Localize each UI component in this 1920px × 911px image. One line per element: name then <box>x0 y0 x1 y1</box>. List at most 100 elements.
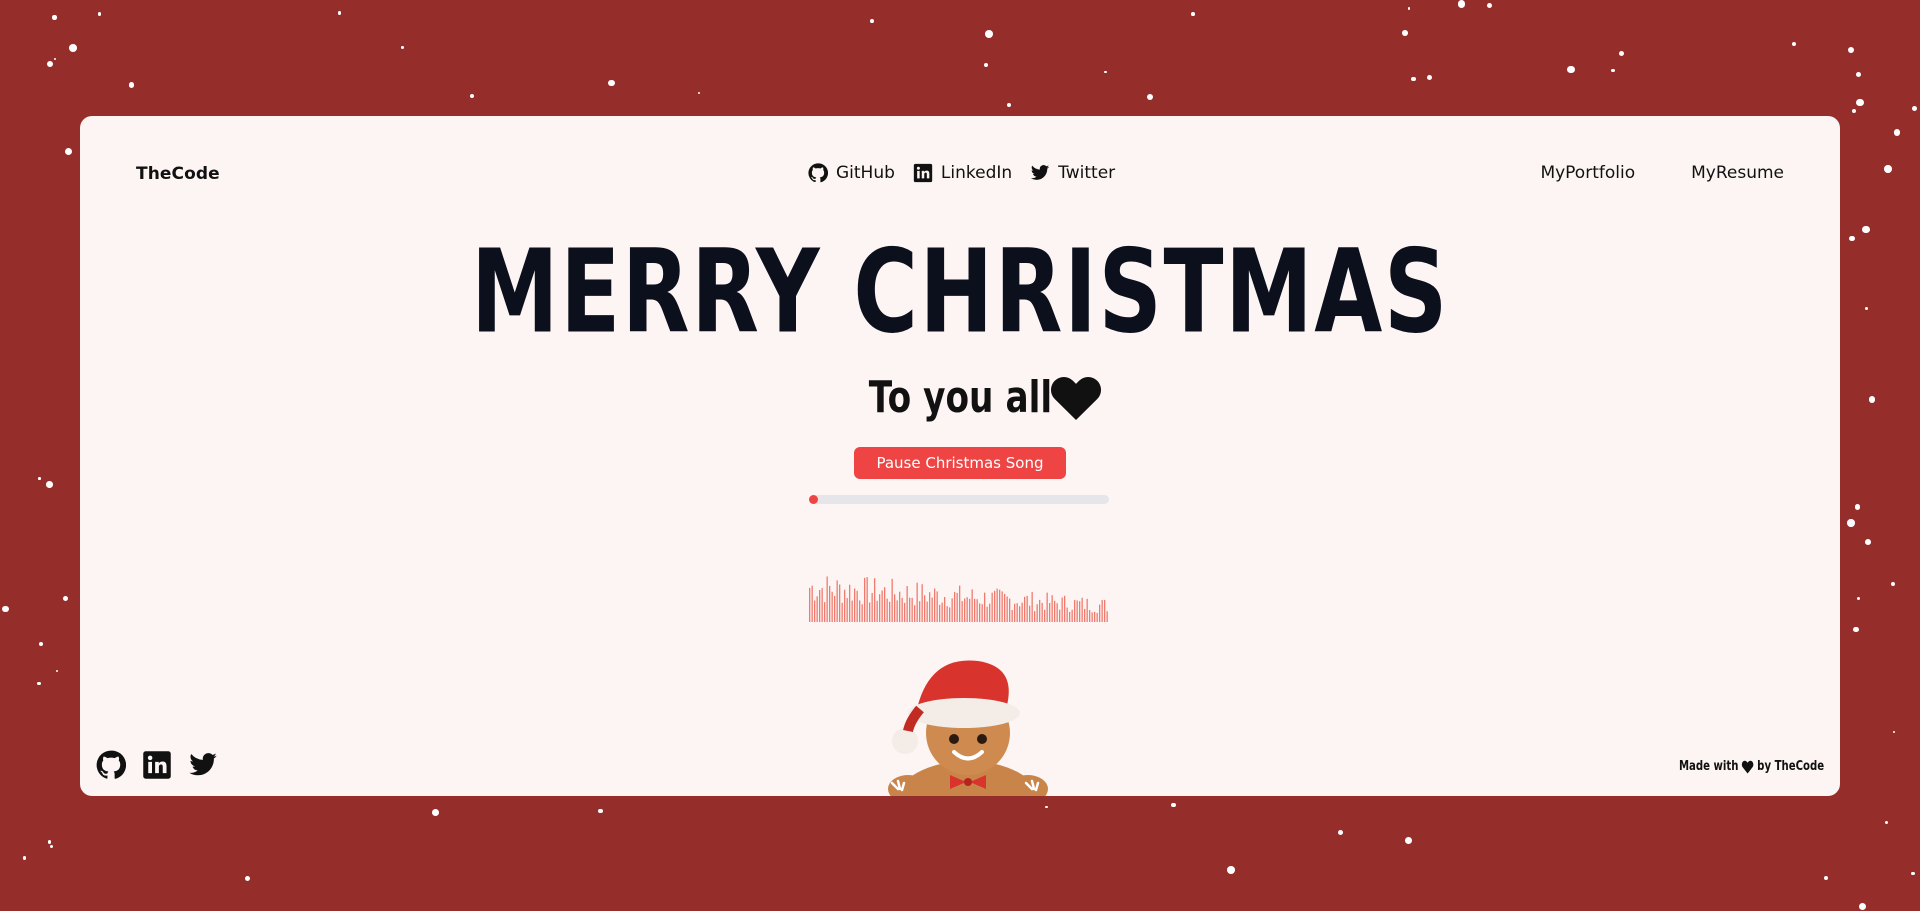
snowflake <box>983 63 989 68</box>
snowflake <box>1611 68 1615 73</box>
snowflake <box>470 94 475 99</box>
snowflake <box>1911 871 1915 875</box>
waveform-bar <box>874 578 876 622</box>
nav-github-label: GitHub <box>836 163 895 183</box>
waveform-bar <box>904 602 906 622</box>
waveform-bar <box>1034 611 1036 622</box>
snowflake <box>1847 519 1855 527</box>
github-icon <box>808 163 828 183</box>
snowflake <box>869 18 874 23</box>
waveform-bar <box>956 592 958 622</box>
waveform-bar <box>994 590 996 622</box>
brand-logo[interactable]: TheCode <box>136 164 220 184</box>
snowflake <box>38 641 44 647</box>
twitter-icon[interactable] <box>188 750 218 780</box>
snowflake <box>49 844 53 849</box>
snowflake <box>1911 105 1918 112</box>
snowflake <box>697 91 701 95</box>
snowflake <box>1891 582 1896 587</box>
snowflake <box>1854 504 1861 510</box>
waveform-bar <box>1029 605 1031 622</box>
waveform-bar <box>989 603 991 622</box>
snowflake <box>2 605 9 613</box>
pause-song-button[interactable]: Pause Christmas Song <box>854 447 1066 479</box>
snowflake <box>55 669 58 673</box>
nav-linkedin-link[interactable]: LinkedIn <box>913 163 1012 183</box>
waveform-bar <box>1051 595 1053 622</box>
waveform-bar <box>869 602 871 622</box>
waveform-bar <box>1024 596 1026 622</box>
waveform-bar <box>879 594 881 622</box>
waveform-bar <box>861 604 863 622</box>
snowflake <box>1852 108 1857 113</box>
waveform-bar <box>814 600 816 622</box>
waveform-bar <box>1079 601 1081 622</box>
waveform-bar <box>1084 608 1086 622</box>
twitter-icon <box>1031 165 1050 180</box>
snowflake <box>1856 99 1864 107</box>
waveform-bar <box>899 591 901 622</box>
nav-twitter-link[interactable]: Twitter <box>1030 163 1115 183</box>
snowflake <box>1619 51 1625 57</box>
waveform-bar <box>1076 600 1078 622</box>
waveform-bar <box>976 599 978 622</box>
waveform-bar <box>924 595 926 622</box>
linkedin-icon <box>913 163 933 183</box>
snowflake <box>1847 47 1854 54</box>
snowflake <box>1865 538 1872 545</box>
waveform-bar <box>1046 592 1048 622</box>
waveform-bar <box>1059 609 1061 622</box>
song-progress-bar[interactable] <box>809 495 1109 504</box>
waveform-bar <box>1039 599 1041 622</box>
waveform-bar <box>1041 602 1043 622</box>
waveform-bar <box>871 593 873 622</box>
waveform-bar <box>999 589 1001 622</box>
snowflake <box>46 481 54 488</box>
snowflake <box>1858 902 1867 911</box>
by-thecode-text: by TheCode <box>1757 759 1824 774</box>
nav-github-link[interactable]: GitHub <box>808 163 895 183</box>
waveform-bar <box>929 592 931 622</box>
snowflake <box>1893 129 1901 137</box>
snowflake <box>69 43 78 52</box>
snowflake <box>52 15 57 20</box>
snowflake <box>64 147 73 156</box>
nav-linkedin-label: LinkedIn <box>940 163 1013 183</box>
waveform-bar <box>979 603 981 622</box>
main-card: TheCode GitHub LinkedIn Twitter MyPortfo… <box>80 116 1840 796</box>
snowflake <box>1868 395 1876 403</box>
social-nav: GitHub LinkedIn Twitter <box>808 163 1115 183</box>
waveform-bar <box>959 585 961 622</box>
waveform-bar <box>946 606 948 622</box>
nav-resume-link[interactable]: MyResume <box>1691 163 1784 183</box>
waveform-bar <box>1086 598 1088 622</box>
snowflake <box>1191 12 1196 16</box>
snowflake <box>1427 75 1433 81</box>
snowflake <box>1411 76 1416 82</box>
snowflake <box>47 839 52 844</box>
snowflake <box>985 30 994 38</box>
waveform-bar <box>934 588 936 622</box>
waveform-bar <box>919 601 921 622</box>
waveform-bar <box>884 587 886 622</box>
snowflake <box>1045 805 1049 809</box>
waveform-bar <box>969 598 971 622</box>
waveform-bar <box>971 589 973 622</box>
waveform-bar <box>906 586 908 622</box>
waveform-bar <box>991 592 993 622</box>
waveform-bar <box>894 594 896 622</box>
nav-portfolio-link[interactable]: MyPortfolio <box>1540 163 1635 183</box>
waveform-bar <box>1014 603 1016 622</box>
snowflake <box>1402 30 1408 36</box>
waveform-bar <box>1026 595 1028 622</box>
waveform-bar <box>839 584 841 622</box>
waveform-bar <box>1006 596 1008 622</box>
waveform-bar <box>1049 603 1051 622</box>
waveform-bar <box>951 598 953 622</box>
waveform-bar <box>1031 591 1033 622</box>
snowflake <box>1824 875 1829 880</box>
github-icon[interactable] <box>96 750 126 780</box>
page-title: MERRY CHRISTMAS <box>471 224 1449 359</box>
linkedin-icon[interactable] <box>142 750 172 780</box>
waveform-bar <box>834 595 836 622</box>
